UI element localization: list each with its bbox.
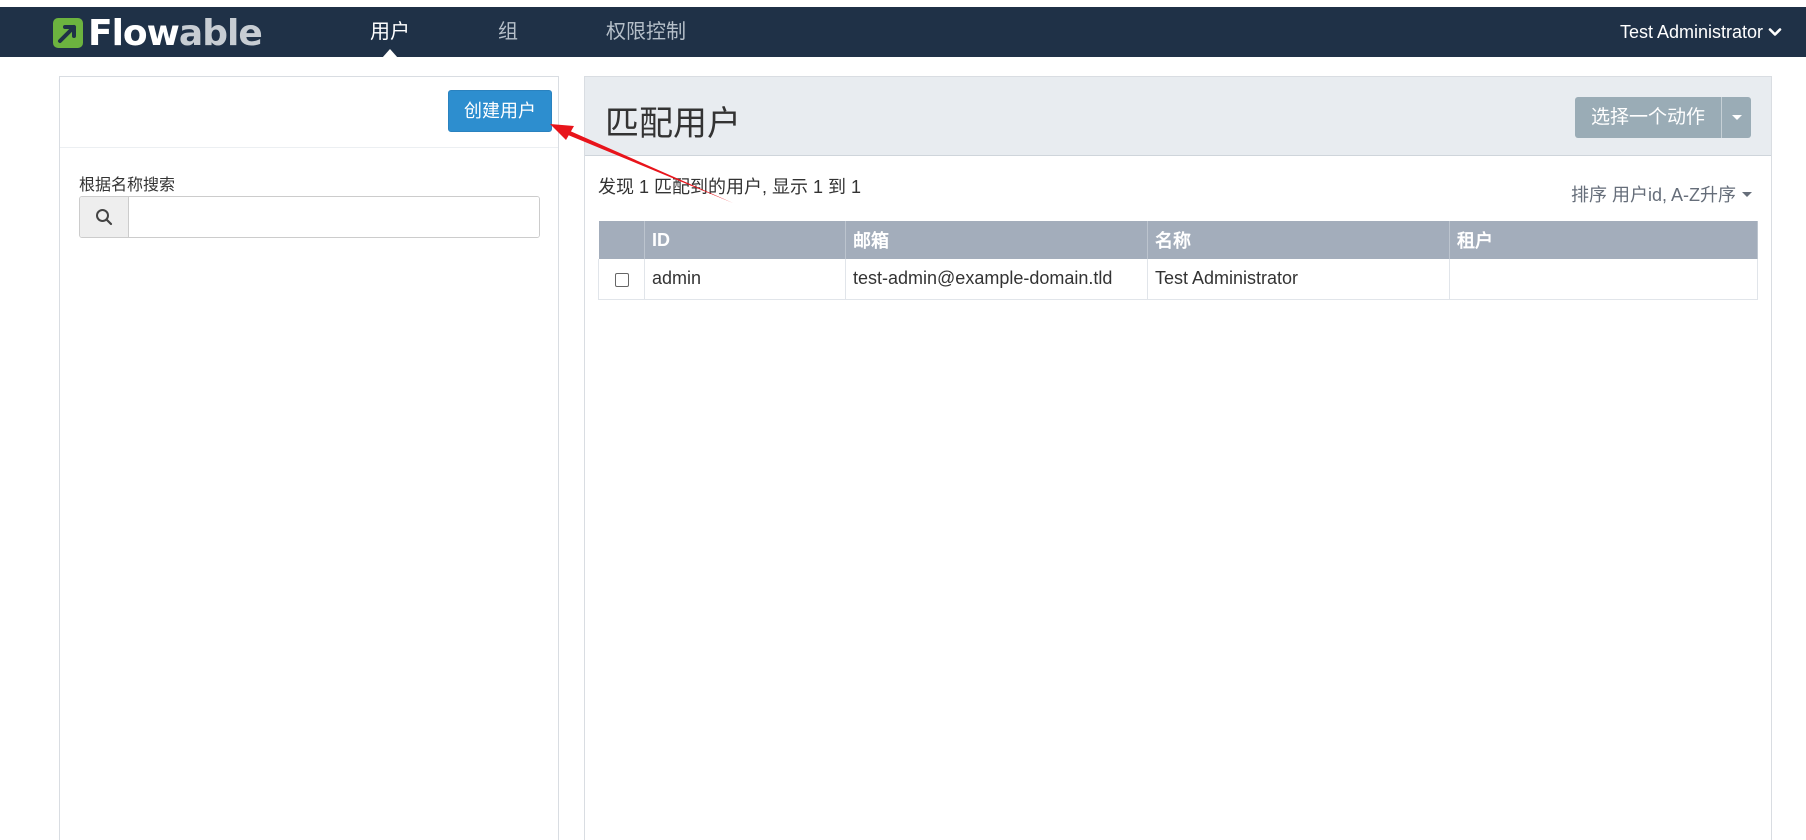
search-icon xyxy=(96,209,113,226)
logo-text-main: Flow xyxy=(88,12,180,54)
nav-item-users-label: 用户 xyxy=(370,21,410,43)
search-panel-header: 创建用户 xyxy=(60,77,558,148)
column-header-email[interactable]: 邮箱 xyxy=(845,221,1148,259)
column-header-select xyxy=(598,221,645,259)
top-navbar: Flowable 用户 组 权限控制 Test Administrator xyxy=(0,7,1806,58)
users-table: ID 邮箱 名称 租户 admin test-admin@example-dom… xyxy=(598,221,1758,300)
nav-item-groups-label: 组 xyxy=(498,21,518,43)
action-dropdown: 选择一个动作 xyxy=(1574,97,1751,138)
chevron-down-icon xyxy=(1768,28,1782,36)
logo-text-accent: able xyxy=(178,12,263,54)
caret-down-icon xyxy=(1742,191,1752,197)
sort-label: 排序 用户id, A-Z升序 xyxy=(1570,185,1736,205)
cell-email: test-admin@example-domain.tld xyxy=(845,259,1148,300)
logo-text: Flowable xyxy=(88,12,263,54)
nav-item-groups[interactable]: 组 xyxy=(478,7,538,57)
user-name: Test Administrator xyxy=(1619,22,1763,42)
page-title: 匹配用户 xyxy=(605,105,741,143)
action-dropdown-toggle[interactable] xyxy=(1721,97,1751,138)
nav-item-privileges[interactable]: 权限控制 xyxy=(586,7,706,57)
row-select-cell xyxy=(598,259,645,300)
results-header: 匹配用户 选择一个动作 xyxy=(585,77,1771,156)
column-header-tenant[interactable]: 租户 xyxy=(1449,221,1758,259)
table-row[interactable]: admin test-admin@example-domain.tld Test… xyxy=(598,259,1758,300)
nav-item-users[interactable]: 用户 xyxy=(350,7,430,58)
cell-tenant xyxy=(1449,259,1758,300)
flowable-logo[interactable]: Flowable xyxy=(52,12,263,54)
column-header-name[interactable]: 名称 xyxy=(1147,221,1450,259)
result-count: 发现 1 匹配到的用户, 显示 1 到 1 xyxy=(598,177,862,197)
search-group xyxy=(79,196,540,238)
sort-dropdown[interactable]: 排序 用户id, A-Z升序 xyxy=(1571,181,1752,207)
cell-name: Test Administrator xyxy=(1147,259,1450,300)
flowable-logo-icon xyxy=(53,18,83,48)
search-input[interactable] xyxy=(129,197,539,237)
search-label: 根据名称搜索 xyxy=(79,177,176,194)
search-addon xyxy=(80,197,129,237)
create-user-button[interactable]: 创建用户 xyxy=(448,90,552,132)
active-nav-indicator xyxy=(382,49,398,58)
results-panel: 匹配用户 选择一个动作 发现 1 匹配到的用户, 显示 1 到 1 排序 用户i… xyxy=(584,76,1772,840)
user-menu[interactable]: Test Administrator xyxy=(1620,7,1782,57)
caret-down-icon xyxy=(1731,115,1742,120)
cell-id: admin xyxy=(644,259,846,300)
table-header-row: ID 邮箱 名称 租户 xyxy=(598,221,1758,259)
row-checkbox[interactable] xyxy=(614,272,629,287)
select-action-button[interactable]: 选择一个动作 xyxy=(1574,97,1721,138)
main-nav: 用户 组 权限控制 xyxy=(350,7,754,58)
search-panel: 创建用户 根据名称搜索 xyxy=(59,76,559,840)
nav-item-privileges-label: 权限控制 xyxy=(606,21,686,43)
column-header-id[interactable]: ID xyxy=(644,221,846,259)
